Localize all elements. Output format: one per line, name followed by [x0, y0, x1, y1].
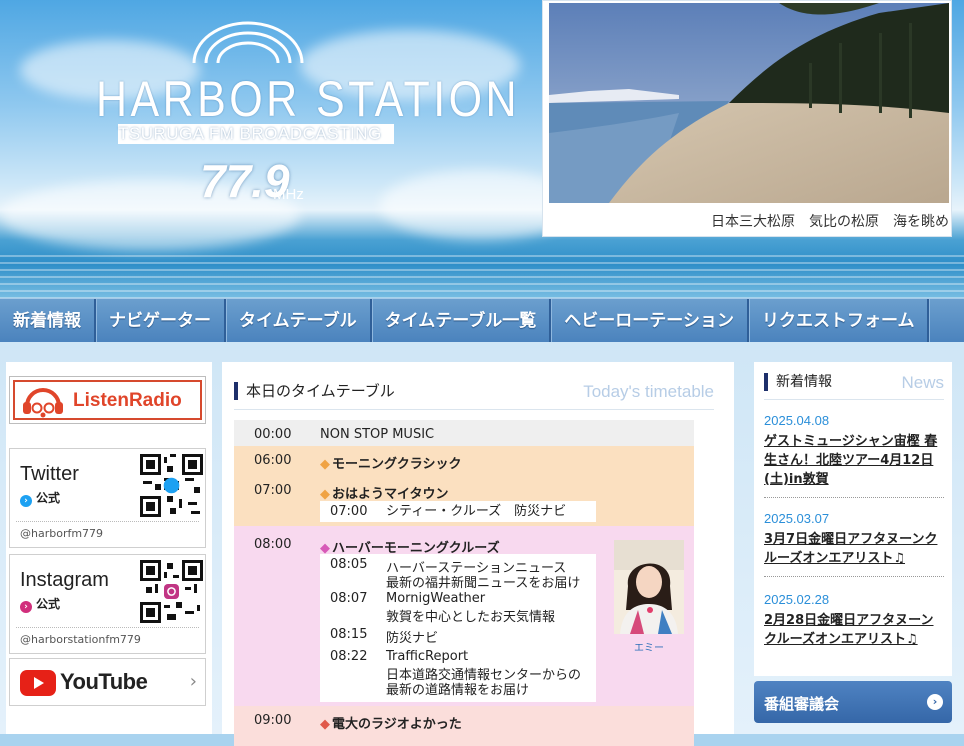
- instagram-official: › 公式: [20, 595, 60, 613]
- program-time: 09:00: [254, 713, 292, 728]
- sub-program-time: 08:15: [330, 627, 368, 642]
- program-time: 07:00: [254, 483, 292, 498]
- instagram-title: Instagram: [20, 569, 109, 591]
- twitter-card[interactable]: Twitter › 公式 @harborfm779: [9, 448, 206, 548]
- diamond-icon: ◆: [320, 717, 330, 732]
- sub-program-time: 08:22: [330, 649, 368, 664]
- youtube-link[interactable]: YouTube ›: [9, 658, 206, 706]
- sub-program[interactable]: 08:22 TrafficReport 日本道路交通情報センターからの 最新の道…: [320, 644, 596, 698]
- sub-program-time: 08:07: [330, 591, 368, 606]
- nav-item-2[interactable]: タイムテーブル: [226, 299, 372, 343]
- sub-program-name: シティー・クルーズ 防災ナビ: [386, 504, 567, 519]
- listenradio-banner[interactable]: ListenRadio: [9, 376, 206, 424]
- nav-item-4[interactable]: ヘビーローテーション: [551, 299, 749, 343]
- listenradio-icon: [23, 388, 63, 418]
- timetable-row[interactable]: 06:00 ◆ モーニングクラシック: [234, 446, 694, 472]
- news-item[interactable]: 2025.04.08 ゲストミュージシャン宙樫 春生さん！北陸ツアー4月12日(…: [764, 413, 944, 498]
- divider: [764, 399, 944, 400]
- instagram-handle: @harborstationfm779: [20, 633, 141, 646]
- program-title: NON STOP MUSIC: [320, 427, 435, 442]
- sub-program[interactable]: 07:00 シティー・クルーズ 防災ナビ: [320, 501, 596, 522]
- timetable-title: 本日のタイムテーブル: [234, 382, 395, 400]
- timetable-row-group: 08:00 ◆ ハーバーモーニングクルーズ 08:05 ハーバーステーションニュー…: [234, 526, 694, 706]
- timetable-row[interactable]: 07:00 ◆ おはようマイタウン: [234, 476, 694, 502]
- news-date: 2025.03.07: [764, 511, 830, 526]
- news-item[interactable]: 2025.02.28 2月28日金曜日アフタヌーンクルーズオンエアリスト♫: [764, 592, 944, 649]
- site-logo[interactable]: HARBOR STATION TSURUGA FM BROADCASTING 7…: [96, 18, 517, 218]
- sub-program[interactable]: 08:05 ハーバーステーションニュース 最新の福井新聞ニュースをお届け: [320, 554, 596, 591]
- diamond-icon: ◆: [320, 457, 330, 472]
- twitter-handle: @harborfm779: [20, 527, 104, 540]
- nav-item-5[interactable]: リクエストフォーム: [749, 299, 930, 343]
- timetable-row[interactable]: 09:00 ◆ 電大のラジオよかった: [234, 706, 694, 746]
- diamond-icon: ◆: [320, 487, 330, 502]
- news-link[interactable]: ゲストミュージシャン宙樫 春生さん！北陸ツアー4月12日(土)in敦賀: [764, 432, 944, 489]
- navigator-name: エミー: [634, 643, 664, 654]
- sub-program-time: 07:00: [330, 504, 368, 519]
- sub-program[interactable]: 08:15 防災ナビ: [320, 622, 596, 646]
- nav-item-0[interactable]: 新着情報: [0, 299, 96, 343]
- program-time: 08:00: [254, 537, 292, 552]
- logo-mhz: MHz: [273, 186, 304, 203]
- navigator-photo: [614, 540, 684, 634]
- header-photo-slider[interactable]: 日本三大松原 気比の松原 海を眺め: [542, 0, 952, 237]
- program-title: 電大のラジオよかった: [332, 717, 462, 732]
- divider: [764, 576, 944, 577]
- sub-program-name: TrafficReport: [386, 649, 469, 664]
- youtube-icon: [20, 670, 56, 696]
- navigator-card[interactable]: エミー: [614, 540, 684, 654]
- news-title: 新着情報: [764, 373, 832, 391]
- sub-program-list: 08:05 ハーバーステーションニュース 最新の福井新聞ニュースをお届け 08:…: [320, 554, 596, 702]
- nav-item-3[interactable]: タイムテーブル一覧: [372, 299, 552, 343]
- timetable-row[interactable]: 08:00 ◆ ハーバーモーニングクルーズ: [234, 530, 604, 556]
- youtube-label: YouTube: [60, 669, 148, 694]
- program-time: 06:00: [254, 453, 292, 468]
- timetable-panel: 本日のタイムテーブル Today's timetable 00:00 NON S…: [222, 362, 734, 746]
- arrow-icon: ›: [20, 601, 32, 613]
- twitter-official: › 公式: [20, 489, 60, 507]
- arrow-icon: ›: [20, 495, 32, 507]
- news-title-en: News: [901, 373, 944, 392]
- instagram-card[interactable]: Instagram › 公式 @harborstationfm779: [9, 554, 206, 654]
- nav-item-1[interactable]: ナビゲーター: [96, 299, 226, 343]
- program-title: モーニングクラシック: [332, 457, 462, 472]
- logo-name: HARBOR STATION: [96, 71, 521, 127]
- timetable-title-en: Today's timetable: [583, 382, 714, 401]
- news-item[interactable]: 2025.03.07 3月7日金曜日アフタヌーンクルーズオンエアリスト♫: [764, 511, 944, 577]
- sub-program-name: MornigWeather: [386, 591, 486, 606]
- timetable-row[interactable]: 00:00 NON STOP MUSIC: [234, 420, 694, 446]
- arrow-right-icon: ›: [927, 694, 943, 710]
- divider: [234, 409, 714, 410]
- twitter-qr-code[interactable]: [140, 454, 203, 517]
- program-council-label: 番組審議会: [764, 695, 840, 713]
- instagram-qr-code[interactable]: [140, 560, 203, 623]
- sub-program-list: 07:00 シティー・クルーズ 防災ナビ: [320, 501, 596, 522]
- timetable-row-group: 06:00 ◆ モーニングクラシック 07:00 ◆ おはようマイタウン 07:00…: [234, 446, 694, 526]
- main-navigation: 新着情報 ナビゲーター タイムテーブル タイムテーブル一覧 ヘビーローテーション リクエス…: [0, 298, 964, 344]
- left-sidebar: ListenRadio Twitter › 公式 @harborfm779 Ins…: [6, 362, 212, 734]
- news-date: 2025.02.28: [764, 592, 830, 607]
- sea-decoration: [0, 255, 964, 300]
- listenradio-label: ListenRadio: [73, 390, 182, 411]
- divider: [764, 497, 944, 498]
- sub-program[interactable]: 08:07 MornigWeather 敦賀を中心としたお天気情報: [320, 588, 596, 625]
- program-time: 00:00: [254, 427, 292, 442]
- program-title: おはようマイタウン: [332, 487, 449, 502]
- program-council-button[interactable]: 番組審議会 ›: [754, 681, 952, 723]
- news-panel: 新着情報 News 2025.04.08 ゲストミュージシャン宙樫 春生さん！北…: [754, 362, 952, 676]
- chevron-right-icon: ›: [189, 671, 197, 692]
- news-date: 2025.04.08: [764, 413, 830, 428]
- news-link[interactable]: 2月28日金曜日アフタヌーンクルーズオンエアリスト♫: [764, 611, 944, 649]
- divider: [16, 521, 199, 522]
- sub-program-time: 08:05: [330, 557, 368, 572]
- news-link[interactable]: 3月7日金曜日アフタヌーンクルーズオンエアリスト♫: [764, 530, 944, 568]
- radio-waves-icon: [192, 21, 304, 64]
- twitter-title: Twitter: [20, 463, 79, 485]
- timetable-list: 00:00 NON STOP MUSIC 06:00 ◆ モーニングクラシック 0…: [234, 420, 694, 746]
- beach-photo: [549, 3, 949, 203]
- logo-subtitle: TSURUGA FM BROADCASTING: [118, 124, 394, 144]
- photo-caption: 日本三大松原 気比の松原 海を眺め: [711, 214, 949, 230]
- divider: [16, 627, 199, 628]
- sub-program-desc: 最新の道路情報をお届け: [386, 683, 530, 698]
